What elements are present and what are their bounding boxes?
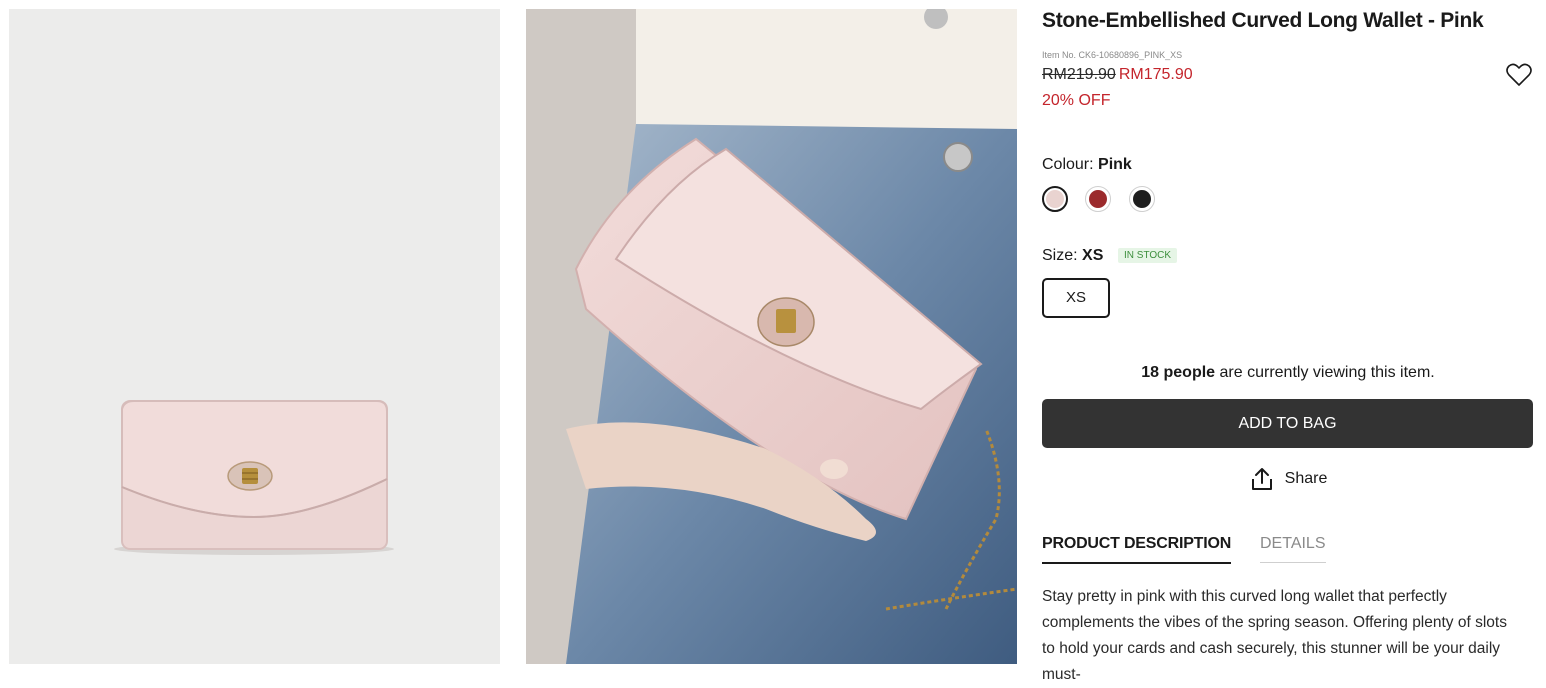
add-to-bag-button[interactable]: ADD TO BAG	[1042, 399, 1533, 448]
stock-status-badge: IN STOCK	[1118, 248, 1178, 263]
wallet-illustration	[9, 9, 500, 664]
size-option-xs[interactable]: XS	[1042, 278, 1110, 318]
size-selected-value: XS	[1082, 247, 1104, 264]
swatch-black-fill	[1133, 190, 1151, 208]
product-description-text: Stay pretty in pink with this curved lon…	[1042, 588, 1507, 683]
colour-label-text: Colour:	[1042, 156, 1094, 173]
size-label-text: Size:	[1042, 247, 1078, 264]
swatch-red[interactable]	[1085, 186, 1111, 212]
original-price: RM219.90	[1042, 66, 1116, 83]
viewers-notice: 18 people are currently viewing this ite…	[1042, 364, 1534, 382]
colour-label: Colour: Pink	[1042, 156, 1132, 174]
tab-details[interactable]: DETAILS	[1260, 535, 1326, 563]
discount-label: 20% OFF	[1042, 92, 1111, 109]
wishlist-button[interactable]	[1504, 60, 1534, 90]
share-button[interactable]: Share	[1042, 466, 1534, 496]
item-number: Item No. CK6-10680896_PINK_XS	[1042, 50, 1183, 60]
share-label: Share	[1284, 470, 1328, 487]
size-label: Size: XS	[1042, 247, 1103, 265]
product-title: Stone-Embellished Curved Long Wallet - P…	[1042, 9, 1484, 32]
viewers-suffix: are currently viewing this item.	[1219, 364, 1435, 381]
colour-selected-value: Pink	[1098, 156, 1132, 173]
sale-price: RM175.90	[1118, 66, 1193, 83]
heart-icon	[1506, 63, 1532, 86]
product-image-front[interactable]	[9, 9, 500, 664]
product-image-lifestyle[interactable]	[526, 9, 1017, 664]
swatch-black[interactable]	[1129, 186, 1155, 212]
swatch-pink[interactable]	[1042, 186, 1068, 212]
lifestyle-illustration	[526, 9, 1017, 664]
share-icon	[1251, 468, 1272, 490]
price-row: RM219.90 RM175.90	[1042, 66, 1193, 84]
share-content: Share	[1249, 466, 1328, 492]
product-info-panel: Stone-Embellished Curved Long Wallet - P…	[1042, 0, 1534, 683]
tab-product-description[interactable]: PRODUCT DESCRIPTION	[1042, 535, 1231, 564]
swatch-pink-fill	[1046, 190, 1064, 208]
swatch-red-fill	[1089, 190, 1107, 208]
viewers-count: 18 people	[1141, 364, 1216, 381]
